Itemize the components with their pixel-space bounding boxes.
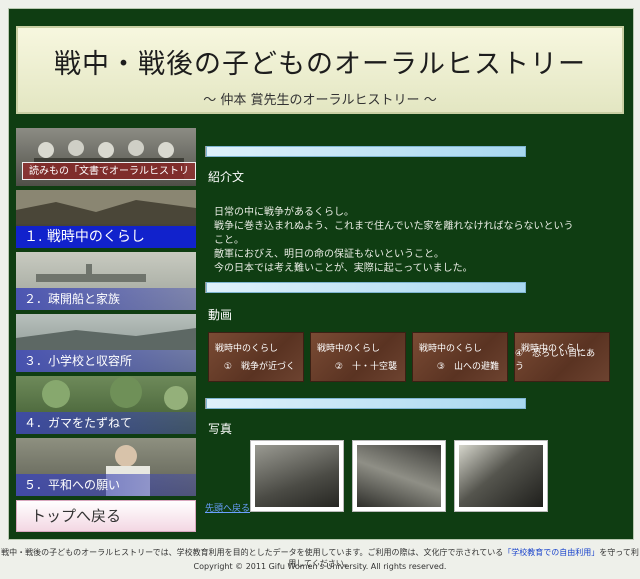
section-bar-photo — [206, 398, 526, 409]
sidebar-item-gama-visit-label: ４．ガマをたずねて — [16, 412, 196, 434]
video-subtitle: ① 戦争が近づく — [223, 362, 295, 372]
ruins-photo-image — [357, 445, 441, 507]
sidebar-item-peace-wish-label: ５．平和への願い — [16, 474, 196, 496]
sidebar: 読みもの「文書でオーラルヒストリー」 １. 戦時中のくらし ２．疎開船と家族 ３… — [16, 128, 196, 532]
video-button-3[interactable]: 戦時中のくらし ③ 山への避難 — [412, 332, 508, 382]
intro-heading: 紹介文 — [208, 170, 245, 184]
sidebar-item-school-camp-label: ３．小学校と収容所 — [16, 350, 196, 372]
page-header: 戦中・戦後の子どものオーラルヒストリー 〜 仲本 賞先生のオーラルヒストリー 〜 — [16, 26, 624, 114]
back-to-top-button[interactable]: トップへ戻る — [16, 500, 196, 532]
footer-notice-text: 戦中・戦後の子どものオーラルヒストリーでは、学校教育利用を目的としたデータを使用… — [1, 548, 504, 557]
photo-thumbnail-2[interactable] — [352, 440, 446, 512]
photo-thumbnail-3[interactable] — [454, 440, 548, 512]
video-title: 戦時中のくらし — [419, 344, 483, 354]
video-title: 戦時中のくらし — [215, 344, 279, 354]
sidebar-item-wartime-life[interactable]: １. 戦時中のくらし — [16, 190, 196, 248]
aerial-photo-image — [255, 445, 339, 507]
back-to-top-link[interactable]: 先頭へ戻る — [205, 501, 250, 514]
sidebar-item-reading-label: 読みもの「文書でオーラルヒストリー」 — [22, 162, 196, 186]
video-subtitle: ② 十・十空襲 — [334, 362, 397, 372]
sidebar-item-wartime-life-label: １. 戦時中のくらし — [16, 226, 196, 248]
footer-copyright: Copyright © 2011 Gifu Women's University… — [193, 562, 447, 571]
intro-text: 日常の中に戦争があるくらし。 戦争に巻き込まれぬよう、これまで住んでいた家を離れ… — [214, 207, 574, 274]
page-title: 戦中・戦後の子どものオーラルヒストリー — [54, 49, 586, 80]
video-button-1[interactable]: 戦時中のくらし ① 戦争が近づく — [208, 332, 304, 382]
sidebar-item-gama-visit[interactable]: ４．ガマをたずねて — [16, 376, 196, 434]
page-subtitle: 〜 仲本 賞先生のオーラルヒストリー 〜 — [203, 93, 437, 108]
section-bar-video — [206, 282, 526, 293]
video-subtitle: ③ 山への避難 — [436, 362, 499, 372]
sidebar-item-evacuation-ship-label: ２．疎開船と家族 — [16, 288, 196, 310]
sidebar-item-evacuation-ship[interactable]: ２．疎開船と家族 — [16, 252, 196, 310]
video-button-2[interactable]: 戦時中のくらし ② 十・十空襲 — [310, 332, 406, 382]
video-button-4[interactable]: 戦時中のくらし ④ 恐ろしい目にあう — [514, 332, 610, 382]
city-photo-image — [459, 445, 543, 507]
footer-usage-link[interactable]: 「学校教育での自由利用」 — [503, 548, 599, 557]
video-subtitle: ④ 恐ろしい目にあう — [515, 349, 596, 372]
sidebar-item-reading[interactable]: 読みもの「文書でオーラルヒストリー」 — [16, 128, 196, 186]
photo-heading: 写真 — [208, 422, 233, 436]
video-title: 戦時中のくらし — [317, 344, 381, 354]
video-heading: 動画 — [208, 308, 233, 322]
sidebar-item-school-camp[interactable]: ３．小学校と収容所 — [16, 314, 196, 372]
sidebar-item-peace-wish[interactable]: ５．平和への願い — [16, 438, 196, 496]
section-bar-intro — [206, 146, 526, 157]
photo-thumbnail-1[interactable] — [250, 440, 344, 512]
